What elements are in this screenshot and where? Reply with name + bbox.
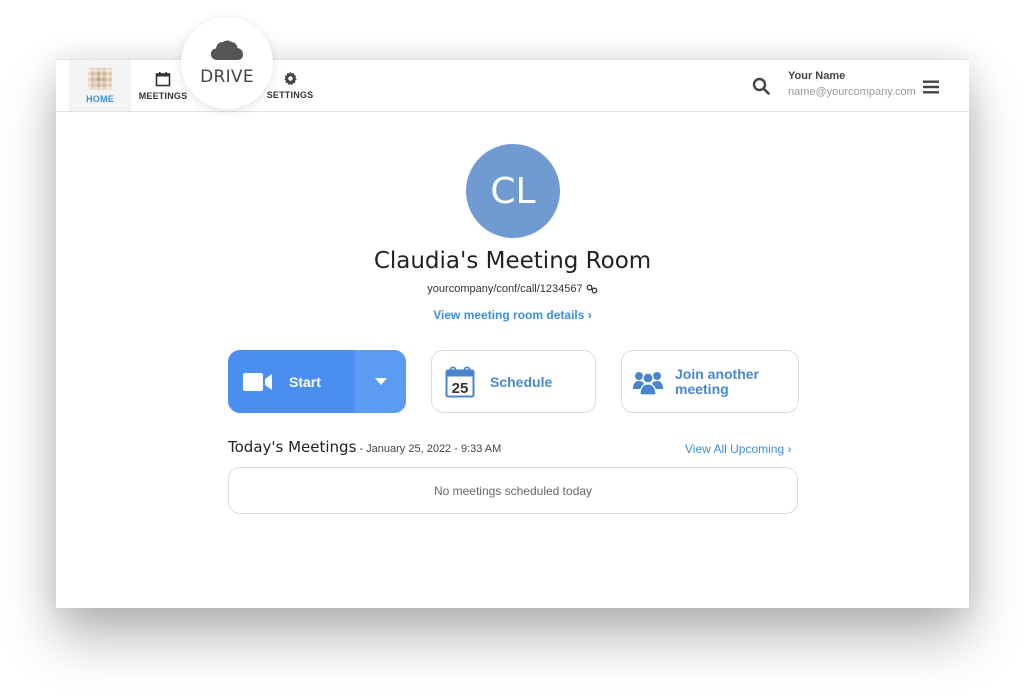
calendar-day-number: 25 bbox=[452, 380, 469, 397]
todays-date: - January 25, 2022 - 9:33 AM bbox=[356, 443, 502, 455]
calendar-date-icon: 25 bbox=[445, 366, 475, 397]
join-label-line2: meeting bbox=[675, 380, 729, 397]
nav-label-home: HOME bbox=[86, 93, 114, 104]
user-email: name@yourcompany.com bbox=[788, 86, 916, 98]
app-window: HOME MEETINGS SETTINGS Your Name name@yo… bbox=[56, 59, 969, 608]
start-button-label: Start bbox=[289, 373, 321, 390]
nav-label-settings: SETTINGS bbox=[266, 90, 314, 100]
user-name: Your Name bbox=[788, 70, 846, 82]
nav-label-meetings: MEETINGS bbox=[138, 90, 188, 101]
start-button-main[interactable]: Start bbox=[228, 350, 355, 413]
view-all-upcoming-link[interactable]: View All Upcoming › bbox=[685, 442, 792, 456]
user-info[interactable]: Your Name name@yourcompany.com bbox=[788, 70, 916, 98]
hamburger-menu-icon[interactable] bbox=[923, 80, 939, 99]
caret-down-icon bbox=[374, 378, 387, 385]
avatar-initials: CL bbox=[490, 170, 536, 212]
people-group-icon bbox=[633, 371, 663, 395]
todays-meetings-list: No meetings scheduled today bbox=[228, 467, 798, 514]
schedule-button[interactable]: 25 Schedule bbox=[431, 350, 596, 413]
meeting-room-url-text: yourcompany/conf/call/1234567 bbox=[427, 283, 583, 295]
join-label-line1: Join another bbox=[675, 365, 760, 382]
search-icon[interactable] bbox=[752, 77, 770, 100]
meeting-room-url: yourcompany/conf/call/1234567 bbox=[56, 283, 969, 295]
join-button-label: Join another meeting bbox=[675, 365, 760, 397]
start-meeting-button[interactable]: Start bbox=[228, 350, 406, 413]
nav-label-drive: DRIVE bbox=[200, 67, 254, 87]
home-icon bbox=[88, 67, 112, 90]
meeting-room-title: Claudia's Meeting Room bbox=[373, 248, 652, 274]
join-another-meeting-button[interactable]: Join another meeting bbox=[621, 350, 799, 413]
calendar-icon bbox=[155, 71, 171, 86]
nav-item-drive[interactable]: DRIVE bbox=[181, 17, 273, 109]
view-meeting-room-details-link[interactable]: View meeting room details › bbox=[56, 308, 969, 322]
empty-meetings-message: No meetings scheduled today bbox=[433, 483, 593, 498]
todays-meetings-heading: Today's Meetings - January 25, 2022 - 9:… bbox=[228, 438, 501, 456]
start-options-dropdown[interactable] bbox=[355, 350, 406, 413]
schedule-button-label: Schedule bbox=[490, 373, 553, 390]
link-icon[interactable] bbox=[586, 284, 598, 294]
nav-item-home[interactable]: HOME bbox=[69, 60, 131, 111]
avatar: CL bbox=[466, 144, 560, 238]
gear-icon bbox=[283, 71, 297, 86]
cloud-icon bbox=[211, 40, 243, 60]
video-camera-icon bbox=[243, 372, 272, 391]
todays-meetings-title: Today's Meetings bbox=[228, 438, 357, 456]
